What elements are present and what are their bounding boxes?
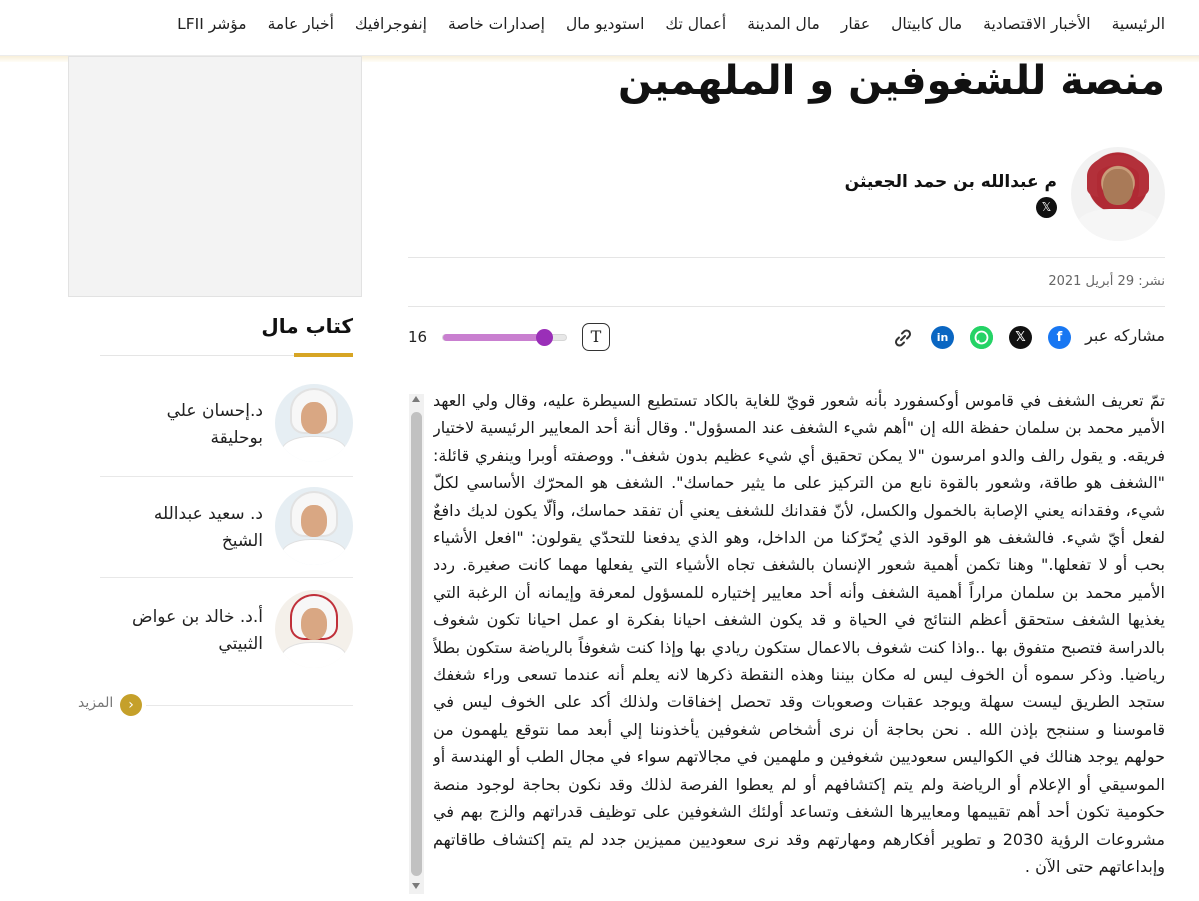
scroll-up-arrow-icon[interactable]: [412, 396, 420, 402]
nav-item[interactable]: الرئيسية: [1112, 15, 1165, 33]
sidebar-title: كتاب مال: [261, 314, 353, 338]
more-link[interactable]: المزيد: [78, 695, 113, 711]
scroll-down-arrow-icon[interactable]: [412, 883, 420, 889]
divider: [408, 257, 1165, 258]
divider: [100, 476, 353, 477]
whatsapp-icon[interactable]: [970, 326, 993, 349]
writer-name[interactable]: أ.د. خالد بن عواض الثبيتي: [113, 604, 263, 658]
nav-item[interactable]: مؤشر LFII: [177, 15, 246, 33]
slider-thumb[interactable]: [536, 329, 553, 346]
font-size-value: 16: [408, 328, 428, 346]
article-body: تمّ تعريف الشغف في قاموس أوكسفورد بأنه ش…: [433, 391, 1165, 876]
writer-item[interactable]: د.إحسان علي بوحليقة: [100, 384, 353, 484]
nav-item[interactable]: استوديو مال: [566, 15, 644, 33]
nav-item[interactable]: أعمال تك: [665, 15, 726, 33]
divider: [146, 705, 353, 706]
author-name[interactable]: م عبدالله بن حمد الجعيثن: [845, 172, 1057, 192]
chevron-left-icon[interactable]: ‹: [120, 694, 142, 716]
nav-item[interactable]: مال كابيتال: [891, 15, 962, 33]
divider: [408, 306, 1165, 307]
x-icon[interactable]: 𝕏: [1009, 326, 1032, 349]
nav-item[interactable]: إنفوجرافيك: [355, 15, 427, 33]
title-accent-bar: [294, 353, 353, 357]
nav-item[interactable]: عقار: [841, 15, 870, 33]
nav-menu: الرئيسية الأخبار الاقتصادية مال كابيتال عقا…: [177, 15, 1165, 33]
publish-date: نشر: 29 أبريل 2021: [1048, 274, 1165, 289]
writer-avatar[interactable]: [275, 384, 353, 462]
share-label: مشاركه عبر: [1085, 326, 1165, 345]
writer-avatar[interactable]: [275, 487, 353, 565]
ad-placeholder: [68, 56, 362, 297]
nav-item[interactable]: الأخبار الاقتصادية: [983, 15, 1090, 33]
scrollbar-thumb[interactable]: [411, 412, 422, 876]
top-navigation: الرئيسية الأخبار الاقتصادية مال كابيتال عقا…: [0, 0, 1199, 56]
article-title: منصة للشغوفين و الملهمين: [617, 58, 1165, 104]
linkedin-icon[interactable]: in: [931, 326, 954, 349]
font-size-button[interactable]: T: [582, 323, 610, 351]
writer-name[interactable]: د.إحسان علي بوحليقة: [113, 398, 263, 452]
link-icon[interactable]: [891, 326, 914, 349]
slider-fill: [443, 334, 539, 341]
facebook-icon[interactable]: f: [1048, 326, 1071, 349]
divider: [100, 577, 353, 578]
writer-name[interactable]: د. سعيد عبدالله الشيخ: [113, 501, 263, 555]
x-icon[interactable]: 𝕏: [1036, 197, 1057, 218]
author-avatar[interactable]: [1071, 147, 1165, 241]
writer-avatar[interactable]: [275, 590, 353, 668]
writer-item[interactable]: أ.د. خالد بن عواض الثبيتي: [100, 590, 353, 690]
nav-item[interactable]: إصدارات خاصة: [448, 15, 545, 33]
writer-item[interactable]: د. سعيد عبدالله الشيخ: [100, 487, 353, 587]
nav-item[interactable]: أخبار عامة: [268, 15, 334, 33]
nav-item[interactable]: مال المدينة: [747, 15, 820, 33]
